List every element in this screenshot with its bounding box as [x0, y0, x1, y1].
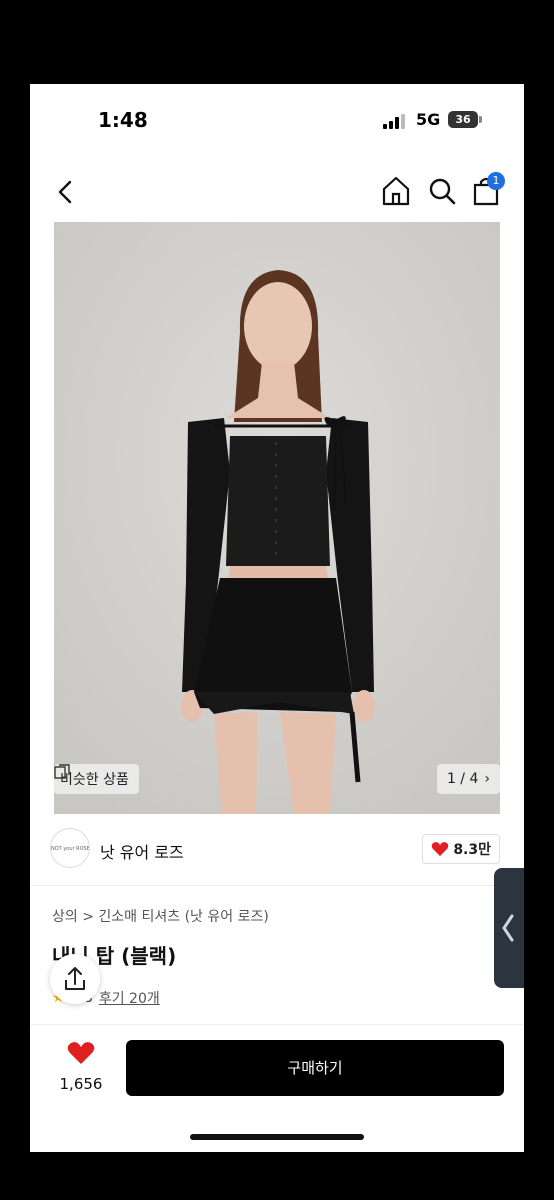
- chevron-right-icon: ›: [484, 771, 490, 787]
- heart-icon: [432, 842, 449, 856]
- cart-count-badge: 1: [487, 172, 505, 190]
- brand-name[interactable]: 낫 유어 로즈: [100, 839, 184, 863]
- status-bar: 1:48 5G 36: [30, 84, 524, 154]
- review-count-link[interactable]: 후기 20개: [99, 988, 160, 1008]
- network-label: 5G: [416, 110, 441, 129]
- product-image-gallery[interactable]: 비슷한 상품 1 / 4 ›: [54, 222, 500, 814]
- chevron-left-icon: [502, 914, 514, 942]
- pager-text: 1 / 4: [446, 771, 479, 787]
- app-screen: 1:48 5G 36 1 비슷한 상품 1 / 4 › NOT your ROS…: [30, 84, 524, 1152]
- share-button[interactable]: [50, 954, 100, 1004]
- similar-items-icon: [54, 764, 70, 779]
- similar-products-label: 비슷한 상품: [60, 772, 129, 788]
- home-indicator: [190, 1134, 364, 1140]
- home-icon[interactable]: [380, 174, 412, 208]
- status-time: 1:48: [98, 108, 148, 132]
- purchase-bar: 1,656 구매하기: [30, 1024, 524, 1152]
- product-photo: [54, 222, 500, 814]
- chevron-left-icon[interactable]: [52, 174, 82, 210]
- side-panel-handle[interactable]: [494, 868, 524, 988]
- brand-like-button[interactable]: 8.3만: [422, 834, 500, 864]
- buy-button[interactable]: 구매하기: [126, 1040, 504, 1096]
- search-icon[interactable]: [426, 174, 458, 208]
- brand-row[interactable]: NOT your ROSE 낫 유어 로즈 8.3만: [30, 814, 524, 886]
- category-breadcrumb[interactable]: 상의 > 긴소매 티셔츠 (낫 유어 로즈): [52, 906, 269, 926]
- signal-icon: [383, 113, 407, 129]
- image-pager[interactable]: 1 / 4 ›: [436, 764, 500, 794]
- brand-like-count: 8.3만: [453, 842, 491, 858]
- wishlist-button[interactable]: 1,656: [54, 1041, 108, 1093]
- brand-logo[interactable]: NOT your ROSE: [50, 828, 90, 868]
- similar-products-button[interactable]: 비슷한 상품: [54, 764, 139, 794]
- heart-icon: [67, 1042, 95, 1064]
- top-nav: 1: [30, 164, 524, 220]
- share-icon: [65, 967, 85, 990]
- wishlist-count: 1,656: [59, 1075, 103, 1093]
- battery-icon: 36: [448, 111, 482, 128]
